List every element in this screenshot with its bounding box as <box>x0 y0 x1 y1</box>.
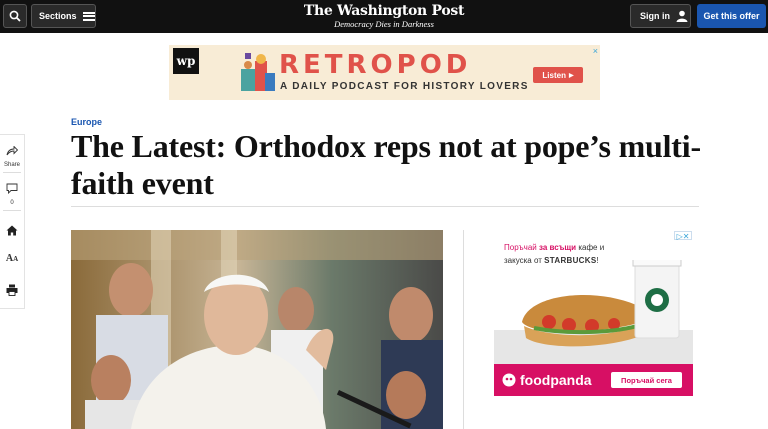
listen-label: Listen <box>542 70 566 80</box>
text-size-icon: AA <box>5 253 19 264</box>
foodpanda-wordmark: foodpanda <box>520 372 592 388</box>
play-icon: ▶ <box>568 72 574 79</box>
home-icon <box>6 225 18 236</box>
retropod-illustration <box>241 53 275 91</box>
column-divider <box>463 230 464 429</box>
panda-logo-icon <box>502 373 516 387</box>
user-icon <box>676 10 688 22</box>
article-lead-photo[interactable] <box>71 230 443 429</box>
foodpanda-sidebar-ad[interactable]: ▷✕ Поръчай за всъщи кафе и закуска от ST… <box>494 230 693 396</box>
sign-in-label: Sign in <box>640 11 670 21</box>
share-button[interactable]: Share <box>0 143 24 168</box>
comments-button[interactable]: 0 <box>0 181 24 206</box>
logo-name: The Washington Post <box>303 3 465 19</box>
listen-button[interactable]: Listen ▶ <box>533 67 583 83</box>
comments-count: 0 <box>10 200 14 206</box>
sections-menu-button[interactable]: Sections <box>31 4 96 28</box>
retropod-title: RETROPOD <box>279 50 472 80</box>
wp-logo-badge: wp <box>173 48 199 74</box>
rail-divider <box>3 172 21 173</box>
print-button[interactable] <box>0 283 24 301</box>
foodpanda-bar: foodpanda Поръчай сега <box>494 364 693 396</box>
rail-divider <box>3 210 21 211</box>
search-button[interactable] <box>3 4 27 28</box>
menu-icon <box>82 11 95 21</box>
retropod-subtitle: A DAILY PODCAST FOR HISTORY LOVERS <box>280 81 529 92</box>
pope-photo-image <box>71 230 443 429</box>
top-navigation-bar: Sections The Washington Post Democracy D… <box>0 0 768 33</box>
logo-tagline: Democracy Dies in Darkness <box>334 19 434 29</box>
ad-close-icon[interactable]: × <box>593 46 598 56</box>
site-logo[interactable]: The Washington Post Democracy Dies in Da… <box>300 4 468 30</box>
search-icon <box>9 10 21 22</box>
adchoices-icon[interactable]: ▷✕ <box>674 231 692 241</box>
ad-copy-pink: Поръчай <box>504 243 537 252</box>
headline-divider <box>71 206 699 207</box>
share-rail: Share 0 AA <box>0 134 25 309</box>
ad-copy-pink-2: за всъщи <box>538 243 577 252</box>
comment-icon <box>6 183 18 195</box>
print-icon <box>6 284 18 296</box>
get-offer-button[interactable]: Get this offer <box>697 4 766 28</box>
croissant-coffee-image <box>494 260 693 364</box>
text-size-button[interactable]: AA <box>0 253 24 264</box>
article-headline: The Latest: Orthodox reps not at pope’s … <box>71 128 701 201</box>
sections-label: Sections <box>39 11 77 21</box>
sign-in-button[interactable]: Sign in <box>630 4 691 28</box>
section-kicker[interactable]: Europe <box>71 117 102 127</box>
home-button[interactable] <box>0 223 24 241</box>
ad-copy-rest: кафе и <box>578 243 605 252</box>
order-now-button[interactable]: Поръчай сега <box>611 372 682 388</box>
share-icon <box>6 145 19 156</box>
share-label: Share <box>3 162 20 168</box>
retropod-banner-ad[interactable]: wp RETROPOD A DAILY PODCAST FOR HISTORY … <box>169 45 600 100</box>
